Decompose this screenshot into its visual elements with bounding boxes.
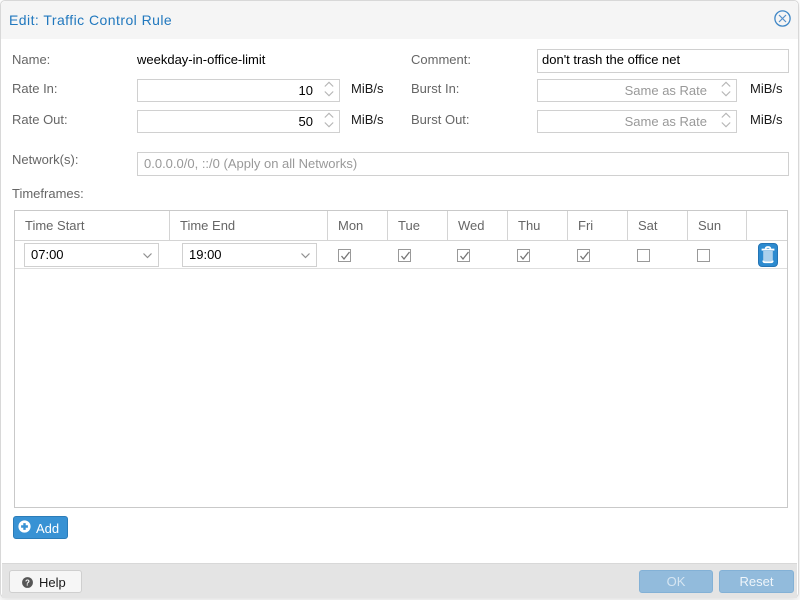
svg-text:?: ? [25,578,30,587]
